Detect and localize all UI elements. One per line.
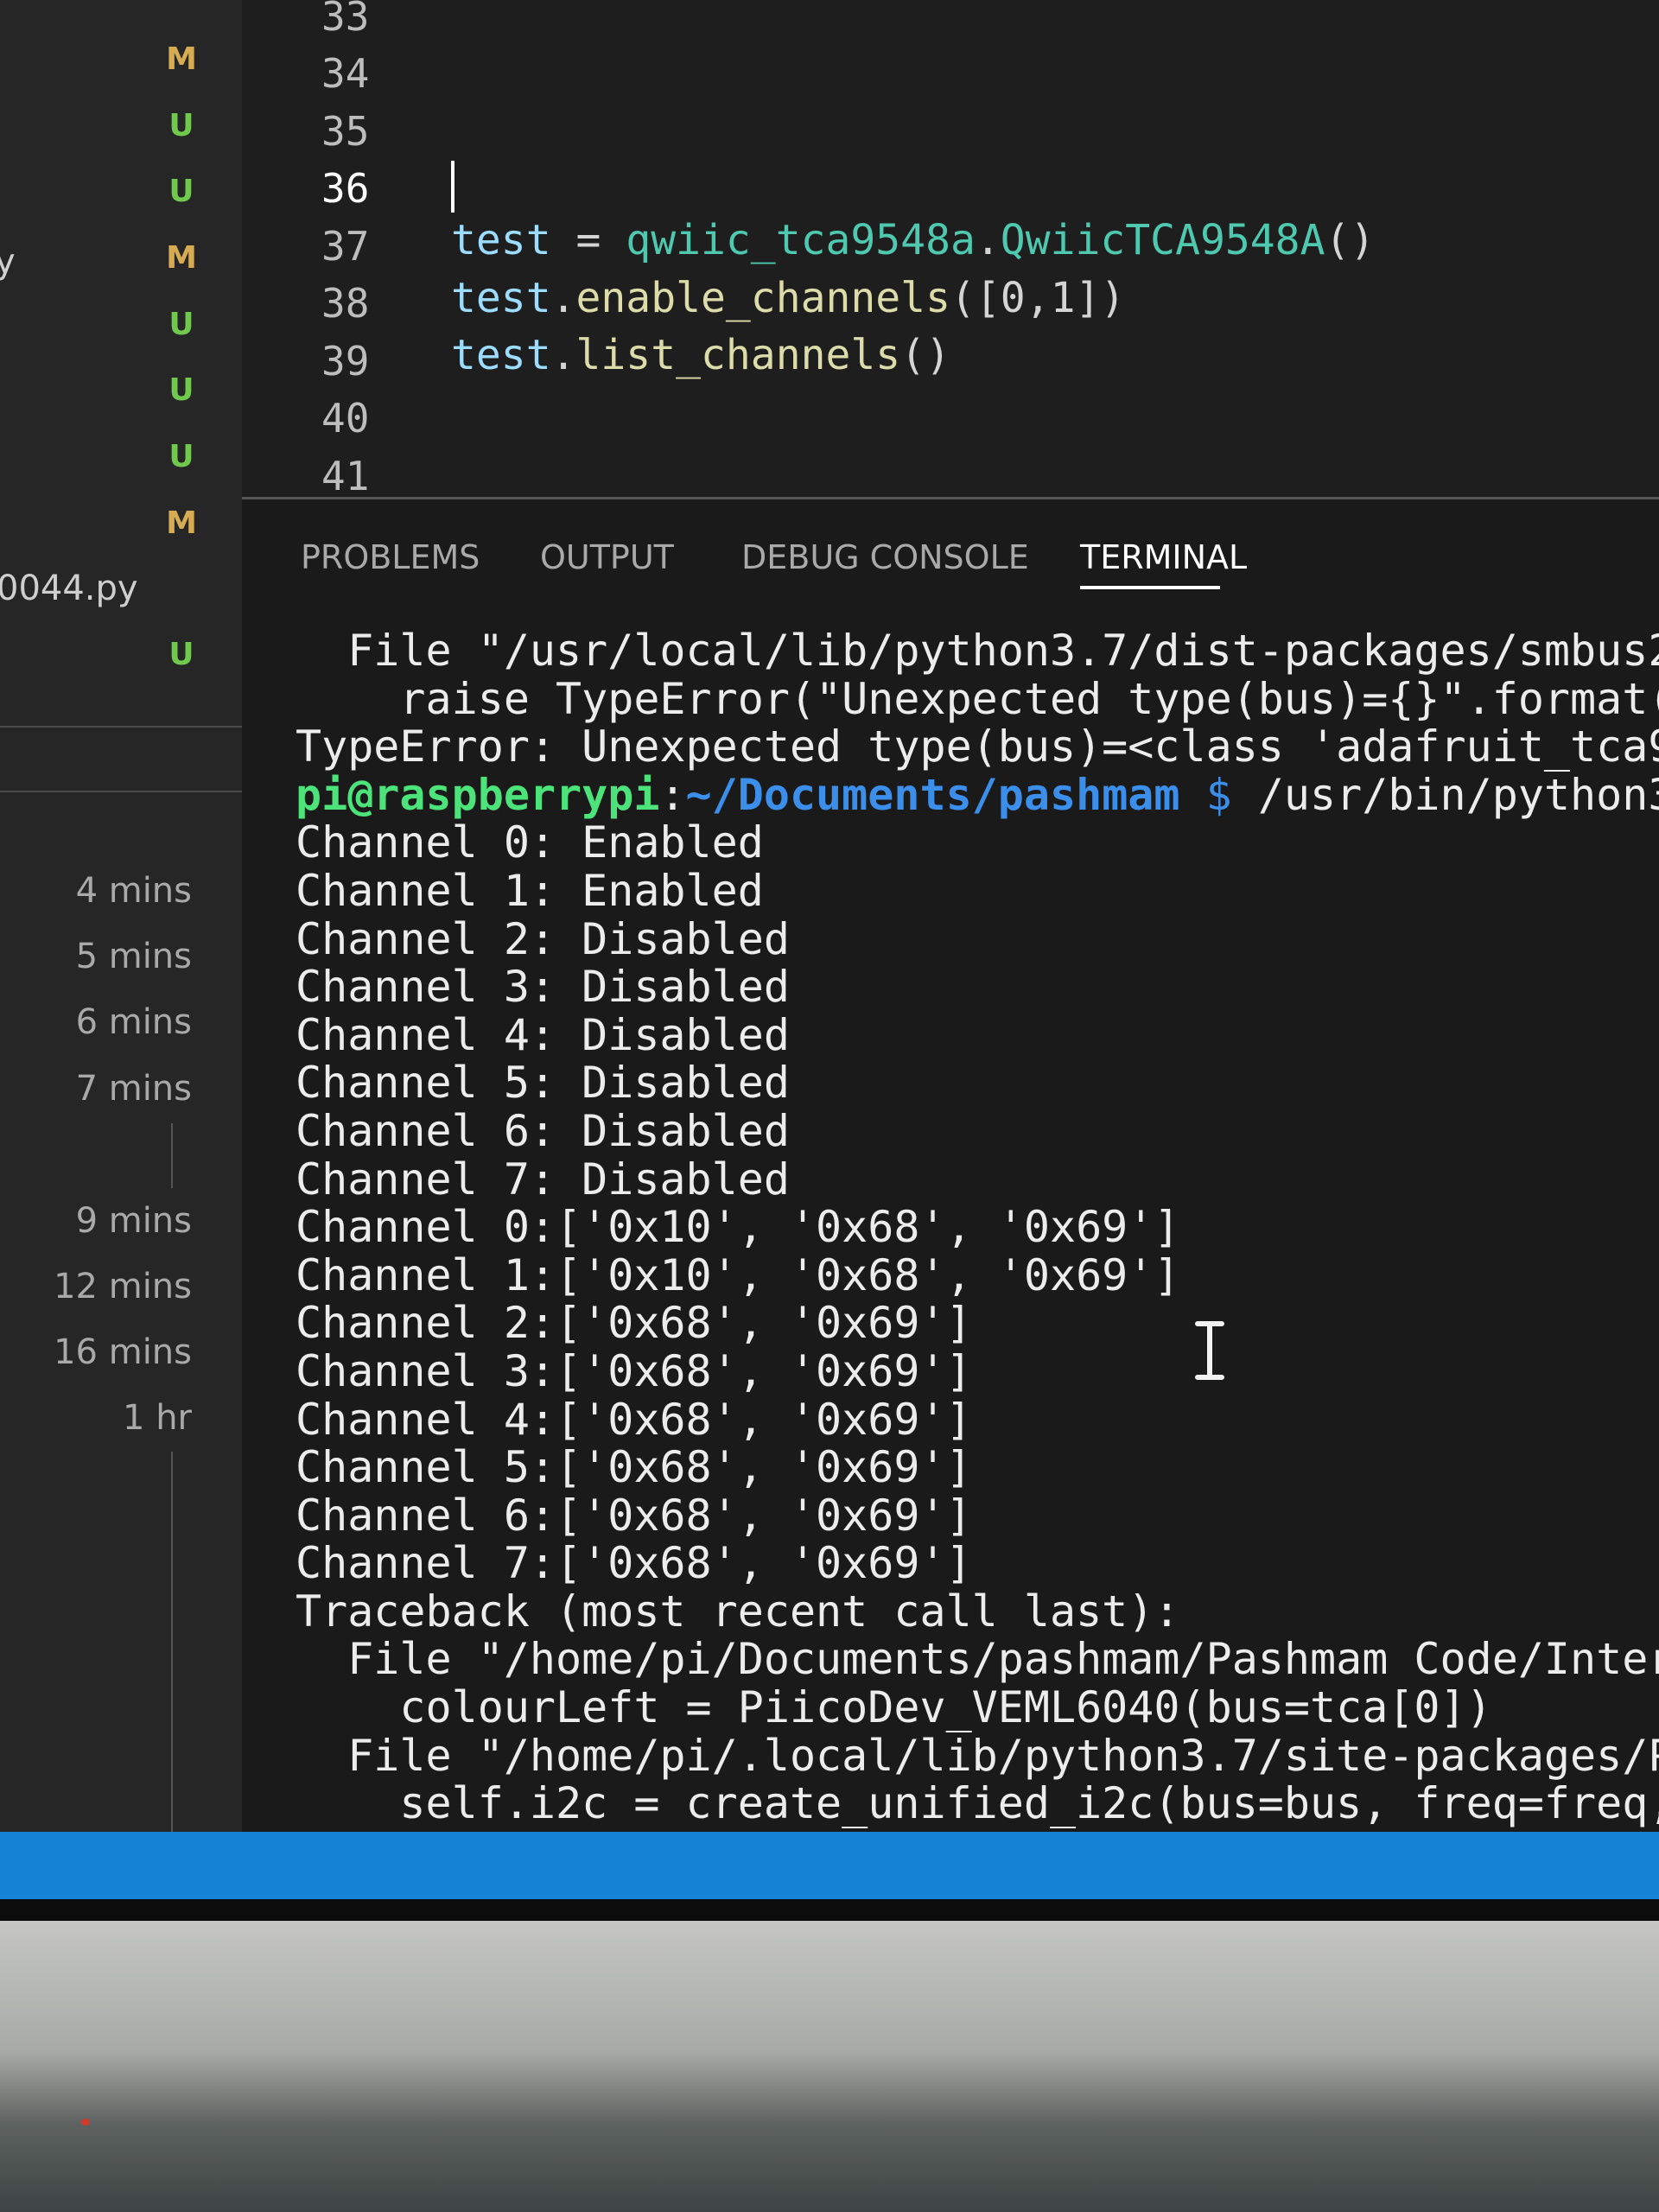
- line-number: 41: [321, 453, 370, 499]
- line-number: 36: [321, 165, 370, 212]
- timeline-entry[interactable]: 1 hr: [2, 1398, 192, 1438]
- code-token: =: [550, 216, 626, 264]
- terminal-line: Channel 7:['0x68', '0x69']: [296, 1540, 972, 1588]
- code-token: .: [550, 331, 576, 379]
- code-token: test: [451, 331, 551, 379]
- line-number: 39: [321, 338, 370, 385]
- git-status-badge: U: [168, 372, 194, 408]
- section-divider: [0, 791, 242, 792]
- desk-background: [0, 1921, 1659, 2212]
- terminal-line: Channel 5:['0x68', '0x69']: [296, 1444, 972, 1492]
- explorer-sidebar: M U U M U U U M U y 0044.py 4 mins 5 min…: [0, 0, 242, 1832]
- terminal-line: Channel 1:['0x10', '0x68', '0x69']: [296, 1251, 1180, 1300]
- code-token: qwiic_tca9548a: [626, 216, 976, 264]
- prompt-separator: :: [659, 771, 686, 820]
- terminal-line: Channel 3: Disabled: [296, 963, 790, 1012]
- timeline-connector: [171, 1123, 173, 1188]
- terminal-line: Channel 7: Disabled: [296, 1155, 790, 1205]
- terminal-line: Channel 3:['0x68', '0x69']: [296, 1347, 972, 1396]
- file-name[interactable]: 0044.py: [0, 569, 138, 608]
- terminal-line: colourLeft = PiicoDev_VEML6040(bus=tca[0…: [296, 1684, 1492, 1732]
- terminal-line: Channel 0:['0x10', '0x68', '0x69']: [296, 1204, 1180, 1252]
- tab-terminal[interactable]: TERMINAL: [1080, 538, 1247, 576]
- terminal-line: Channel 2:['0x68', '0x69']: [296, 1300, 972, 1348]
- prompt-symbol: $: [1179, 771, 1232, 820]
- active-tab-indicator: [1080, 586, 1220, 589]
- code-token: ([0,1]): [950, 274, 1126, 322]
- terminal-line: Channel 4:['0x68', '0x69']: [296, 1395, 972, 1445]
- git-status-badge: U: [168, 174, 194, 209]
- text-cursor-ibeam-icon: [1195, 1321, 1224, 1380]
- section-divider: [0, 726, 242, 728]
- monitor-bezel: [0, 1899, 1659, 1921]
- code-token: test: [451, 274, 551, 322]
- terminal-line: File "/home/pi/Documents/pashmam/Pashmam…: [296, 1636, 1659, 1685]
- file-name-partial[interactable]: y: [0, 242, 16, 282]
- terminal-line: Channel 1: Enabled: [296, 867, 764, 916]
- timeline-entry[interactable]: 6 mins: [2, 1002, 192, 1042]
- terminal-line: self.i2c = create_unified_i2c(bus=bus, f…: [296, 1780, 1659, 1828]
- timeline-entry[interactable]: 7 mins: [2, 1069, 192, 1109]
- tab-problems[interactable]: PROBLEMS: [301, 538, 480, 576]
- code-token: test: [451, 216, 551, 264]
- timeline-entry[interactable]: 12 mins: [2, 1267, 192, 1306]
- timeline-connector: [171, 1452, 173, 1832]
- line-number: 38: [321, 280, 370, 327]
- prompt-command: /usr/bin/python3 "/: [1257, 771, 1659, 820]
- terminal-line: Channel 4: Disabled: [296, 1011, 790, 1060]
- code-line-39[interactable]: test.list_channels(): [451, 331, 950, 379]
- code-line-37[interactable]: test = qwiic_tca9548a.QwiicTCA9548A(): [451, 216, 1375, 264]
- terminal-output[interactable]: File "/usr/local/lib/python3.7/dist-pack…: [296, 627, 1659, 1828]
- code-token: (): [1325, 216, 1376, 264]
- terminal-line: File "/home/pi/.local/lib/python3.7/site…: [296, 1732, 1659, 1781]
- line-number: 35: [321, 108, 370, 155]
- bottom-panel: PROBLEMS OUTPUT DEBUG CONSOLE TERMINAL F…: [242, 497, 1659, 1834]
- code-token: QwiicTCA9548A: [1000, 216, 1325, 264]
- tab-debug-console[interactable]: DEBUG CONSOLE: [741, 538, 1029, 576]
- code-editor[interactable]: 33 34 35 36 37 38 39 40 41 test = qwiic_…: [242, 0, 1659, 499]
- code-token: .: [975, 216, 1001, 264]
- text-cursor: [451, 161, 454, 213]
- line-number: 33: [321, 0, 370, 40]
- terminal-line: Channel 6:['0x68', '0x69']: [296, 1491, 972, 1541]
- line-number: 37: [321, 223, 370, 270]
- line-number: 40: [321, 395, 370, 442]
- git-status-badge: U: [168, 637, 194, 672]
- git-status-badge: U: [168, 108, 194, 143]
- git-status-badge: M: [166, 41, 197, 77]
- code-line-38[interactable]: test.enable_channels([0,1]): [451, 274, 1125, 322]
- prompt-path: ~/Documents/pashmam: [685, 771, 1180, 820]
- git-status-badge: M: [166, 505, 197, 541]
- code-token: enable_channels: [575, 274, 950, 322]
- status-bar[interactable]: [0, 1832, 1659, 1899]
- git-status-badge: U: [168, 307, 194, 342]
- led-indicator: [81, 2119, 90, 2126]
- terminal-line: Channel 6: Disabled: [296, 1107, 790, 1156]
- terminal-line: File "/usr/local/lib/python3.7/dist-pack…: [296, 627, 1659, 676]
- line-number: 34: [321, 50, 370, 97]
- code-token: list_channels: [575, 331, 901, 379]
- tab-output[interactable]: OUTPUT: [540, 538, 674, 576]
- terminal-line: TypeError: Unexpected type(bus)=<class '…: [296, 723, 1659, 772]
- terminal-line: Channel 2: Disabled: [296, 915, 790, 964]
- terminal-line: Channel 5: Disabled: [296, 1059, 790, 1108]
- terminal-line: Traceback (most recent call last):: [296, 1587, 1180, 1637]
- git-status-badge: U: [168, 439, 194, 474]
- timeline-entry[interactable]: 5 mins: [2, 937, 192, 976]
- timeline-entry[interactable]: 9 mins: [2, 1201, 192, 1241]
- terminal-prompt-line: pi@raspberrypi:~/Documents/pashmam $ /us…: [296, 772, 1659, 820]
- timeline-entry[interactable]: 16 mins: [2, 1332, 192, 1372]
- git-status-badge: M: [166, 240, 197, 276]
- terminal-line: raise TypeError("Unexpected type(bus)={}…: [296, 675, 1659, 724]
- timeline-entry[interactable]: 4 mins: [2, 871, 192, 911]
- code-token: (): [900, 331, 950, 379]
- terminal-line: Channel 0: Enabled: [296, 819, 764, 868]
- prompt-user: pi@raspberrypi: [296, 771, 660, 820]
- code-token: .: [550, 274, 576, 322]
